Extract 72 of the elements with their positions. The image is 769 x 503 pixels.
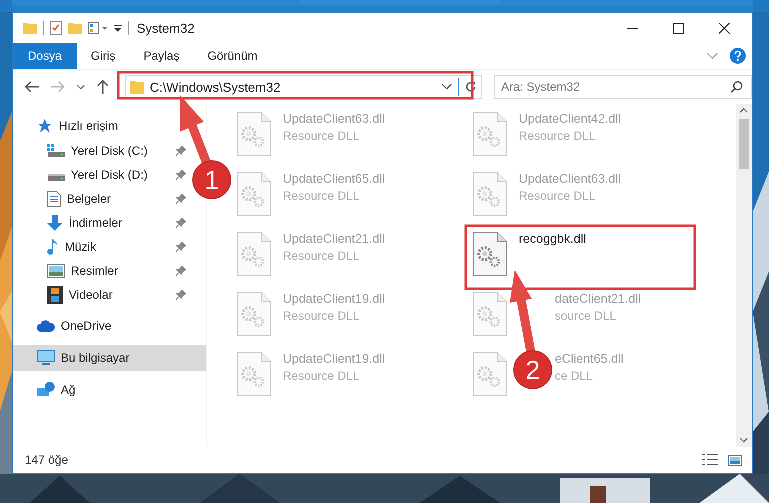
ribbon-tab[interactable]: Görünüm xyxy=(194,43,272,69)
search-icon xyxy=(731,81,744,93)
sidebar-item[interactable]: Resimler xyxy=(71,264,170,278)
window-title: System32 xyxy=(137,20,195,36)
pin-icon[interactable] xyxy=(176,170,186,180)
item-count: 147 öğe xyxy=(25,453,68,467)
view-icon[interactable] xyxy=(88,22,108,34)
sidebar-item[interactable]: Yerel Disk (D:) xyxy=(71,168,170,182)
picture-icon xyxy=(47,264,65,278)
search-field[interactable]: Ara: System32 xyxy=(494,75,752,99)
star-icon xyxy=(37,118,53,134)
ribbon-tab[interactable]: Paylaş xyxy=(130,43,194,69)
file-type: Resource DLL xyxy=(519,189,597,203)
refresh-icon[interactable] xyxy=(465,81,478,93)
gear-file-icon[interactable] xyxy=(473,232,507,276)
pin-icon[interactable] xyxy=(176,146,186,156)
file-name[interactable]: recoggbk.dll xyxy=(519,232,586,246)
sidebar-item[interactable]: Videolar xyxy=(69,288,170,302)
forward-icon[interactable] xyxy=(50,81,65,93)
pin-icon[interactable] xyxy=(176,266,186,276)
scroll-up-icon[interactable] xyxy=(740,108,748,113)
scroll-down-icon[interactable] xyxy=(740,438,748,443)
file-type: Resource DLL xyxy=(283,189,361,203)
sidebar-label: Hızlı erişim xyxy=(59,119,118,133)
back-icon[interactable] xyxy=(25,81,39,93)
sidebar-item[interactable]: Bu bilgisayar xyxy=(13,345,206,371)
sidebar-label: Ağ xyxy=(61,383,76,397)
pin-icon[interactable] xyxy=(176,218,186,228)
sidebar-label: OneDrive xyxy=(61,319,112,333)
file-type: Resource DLL xyxy=(283,309,361,323)
maximize-icon[interactable] xyxy=(673,22,684,34)
pin-icon[interactable] xyxy=(176,290,186,300)
cloud-icon xyxy=(37,320,55,332)
step-badge: 2 xyxy=(514,350,552,390)
address-path: C:\Windows\System32 xyxy=(150,80,282,94)
chevron-down-icon[interactable] xyxy=(442,84,452,90)
sidebar-item[interactable]: Müzik xyxy=(65,240,170,254)
ribbon-tab[interactable]: Giriş xyxy=(77,43,130,69)
music-note-icon xyxy=(47,239,59,255)
drive-icon xyxy=(47,144,65,158)
download-arrow-icon xyxy=(47,215,63,231)
pin-icon[interactable] xyxy=(176,194,186,204)
sidebar-item[interactable]: Ağ xyxy=(13,377,206,403)
file-type: source DLL xyxy=(555,309,618,323)
sidebar-item[interactable]: Belgeler xyxy=(67,192,170,206)
up-icon[interactable] xyxy=(96,80,109,94)
step-badge: 1 xyxy=(192,160,232,200)
details-view-icon[interactable] xyxy=(702,454,718,466)
address-bar[interactable]: C:\Windows\System32 xyxy=(124,75,482,99)
sidebar-item[interactable]: OneDrive xyxy=(13,313,206,339)
document-icon xyxy=(47,191,61,207)
sidebar-label: Bu bilgisayar xyxy=(61,351,130,365)
file-type: Resource DLL xyxy=(283,369,361,383)
close-icon[interactable] xyxy=(719,22,730,34)
sidebar-item[interactable]: Yerel Disk (C:) xyxy=(71,144,170,158)
chevron-down-icon[interactable] xyxy=(76,84,85,90)
computer-icon xyxy=(37,350,55,366)
thumbnail-view-icon[interactable] xyxy=(728,454,742,466)
properties-icon[interactable] xyxy=(50,21,62,35)
sidebar-item[interactable]: Hızlı erişim xyxy=(13,113,206,139)
file-type: Resource DLL xyxy=(283,129,361,143)
file-type: Resource DLL xyxy=(519,129,597,143)
file-type: ce DLL xyxy=(555,369,594,383)
scrollbar-thumb[interactable] xyxy=(739,119,749,169)
pin-icon[interactable] xyxy=(176,242,186,252)
network-icon xyxy=(37,382,55,398)
file-type: Resource DLL xyxy=(283,249,361,263)
sidebar-item[interactable]: İndirmeler xyxy=(69,216,170,230)
help-icon[interactable] xyxy=(730,48,746,64)
film-icon xyxy=(47,286,63,304)
folder-icon xyxy=(130,80,144,94)
customize-icon[interactable] xyxy=(114,24,122,32)
